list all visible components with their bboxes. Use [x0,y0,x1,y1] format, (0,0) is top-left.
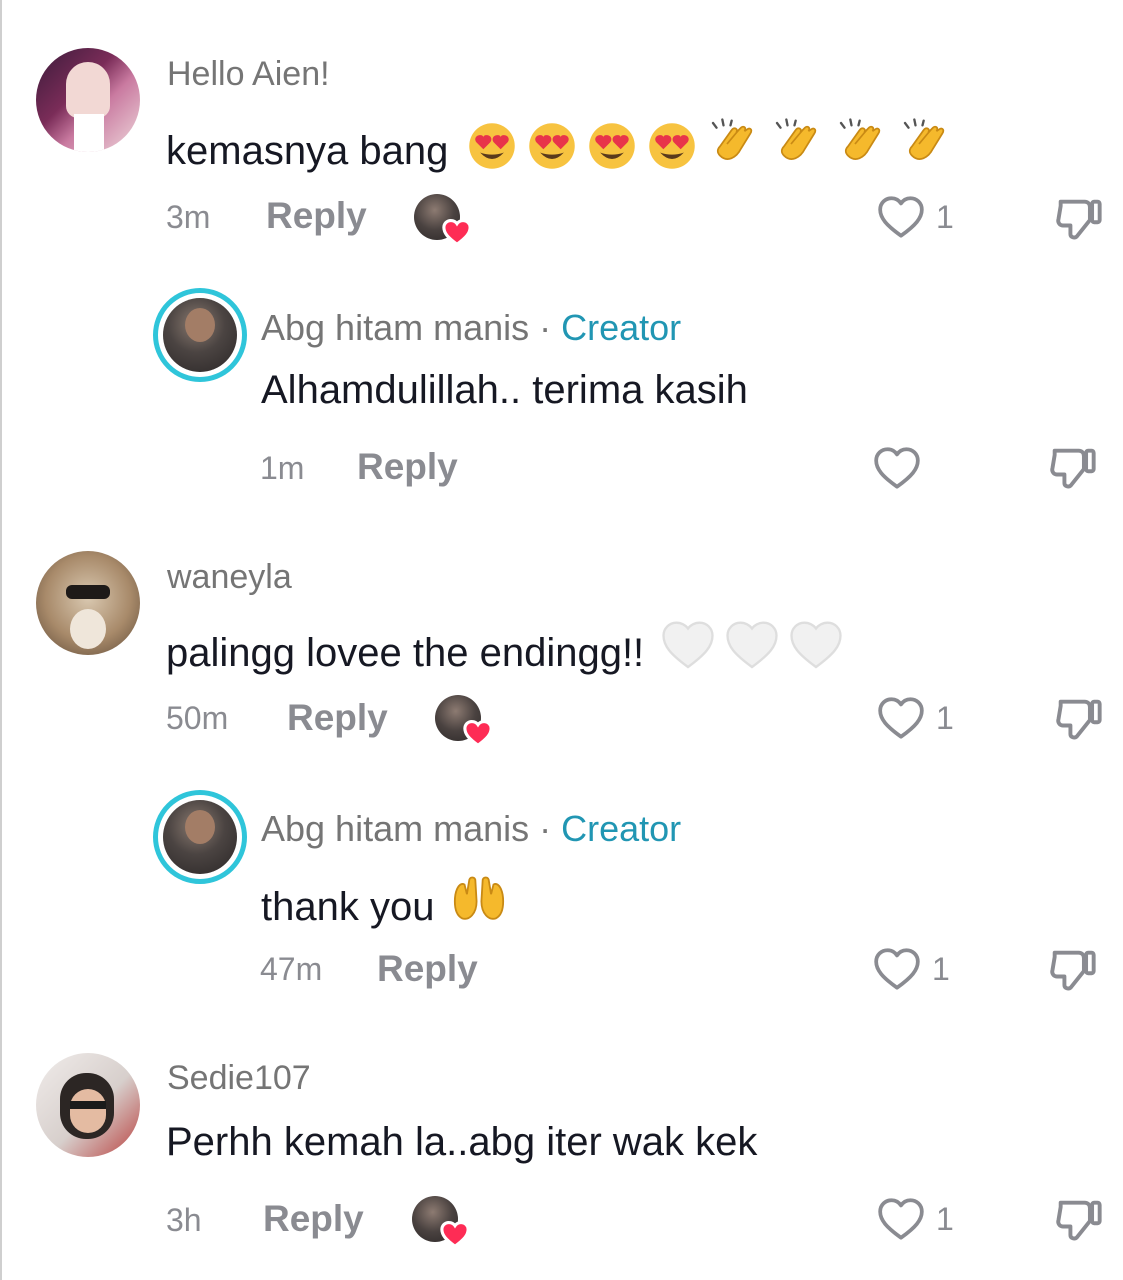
comment-username[interactable]: Hello Aien! [167,55,330,94]
creator-label: Creator [561,307,682,348]
heart-icon [442,218,472,248]
reply-username: Abg hitam manis [261,808,530,849]
comment-text: Perhh kemah la..abg iter wak kek [166,1120,758,1164]
comment-username[interactable]: Sedie107 [167,1059,311,1098]
reply-username: Abg hitam manis [261,307,530,348]
dislike-icon[interactable] [1052,193,1104,245]
clap-icon [898,116,954,172]
avatar[interactable] [36,1053,140,1157]
reply-time: 1m [260,450,305,486]
comment-time: 3h [166,1202,202,1238]
reply-button[interactable]: Reply [357,446,458,488]
comment-body: kemasnya bang [166,129,449,173]
creator-liked-badge [414,194,460,240]
white-heart-icon [660,618,716,674]
white-heart-icon [724,618,780,674]
reply-text: thank you [261,870,508,930]
avatar[interactable] [36,48,140,152]
heart-eyes-icon [586,120,638,172]
comment-username[interactable]: waneyla [167,558,292,597]
clap-icon [706,116,762,172]
reply-time: 47m [260,951,323,987]
separator: · [529,808,562,849]
clap-icon [770,116,826,172]
like-icon[interactable] [876,1195,926,1245]
creator-liked-badge [412,1196,458,1242]
comment-time: 3m [166,199,211,235]
heart-icon [440,1220,470,1250]
like-icon[interactable] [876,694,926,744]
avatar[interactable] [36,551,140,655]
comment-text: palingg lovee the endingg!! [166,618,844,676]
comment-time: 50m [166,700,229,736]
like-count: 1 [932,951,950,987]
white-heart-icon [788,618,844,674]
creator-label: Creator [561,808,682,849]
left-edge-divider [0,0,2,1280]
reply-button[interactable]: Reply [377,948,478,990]
creator-avatar[interactable] [153,790,247,884]
heart-icon [463,719,493,749]
reply-text: Alhamdulillah.. terima kasih [261,368,748,412]
dislike-icon[interactable] [1046,944,1098,996]
reply-button[interactable]: Reply [263,1198,364,1240]
heart-eyes-icon [466,120,518,172]
comment-text: kemasnya bang [166,116,954,174]
dislike-icon[interactable] [1052,1194,1104,1246]
reply-body: thank you [261,885,435,929]
reply-button[interactable]: Reply [266,195,367,237]
dislike-icon[interactable] [1046,442,1098,494]
reply-author[interactable]: Abg hitam manis · Creator [261,808,681,850]
clap-icon [834,116,890,172]
like-count: 1 [936,199,954,235]
separator: · [529,307,562,348]
like-icon[interactable] [872,444,922,494]
heart-eyes-icon [646,120,698,172]
creator-avatar[interactable] [153,288,247,382]
like-icon[interactable] [872,945,922,995]
heart-eyes-icon [526,120,578,172]
comment-body: palingg lovee the endingg!! [166,631,645,675]
like-icon[interactable] [876,193,926,243]
reply-author[interactable]: Abg hitam manis · Creator [261,307,681,349]
reply-button[interactable]: Reply [287,697,388,739]
like-count: 1 [936,1201,954,1237]
like-count: 1 [936,700,954,736]
dislike-icon[interactable] [1052,693,1104,745]
palms-up-icon [450,870,508,928]
creator-liked-badge [435,695,481,741]
